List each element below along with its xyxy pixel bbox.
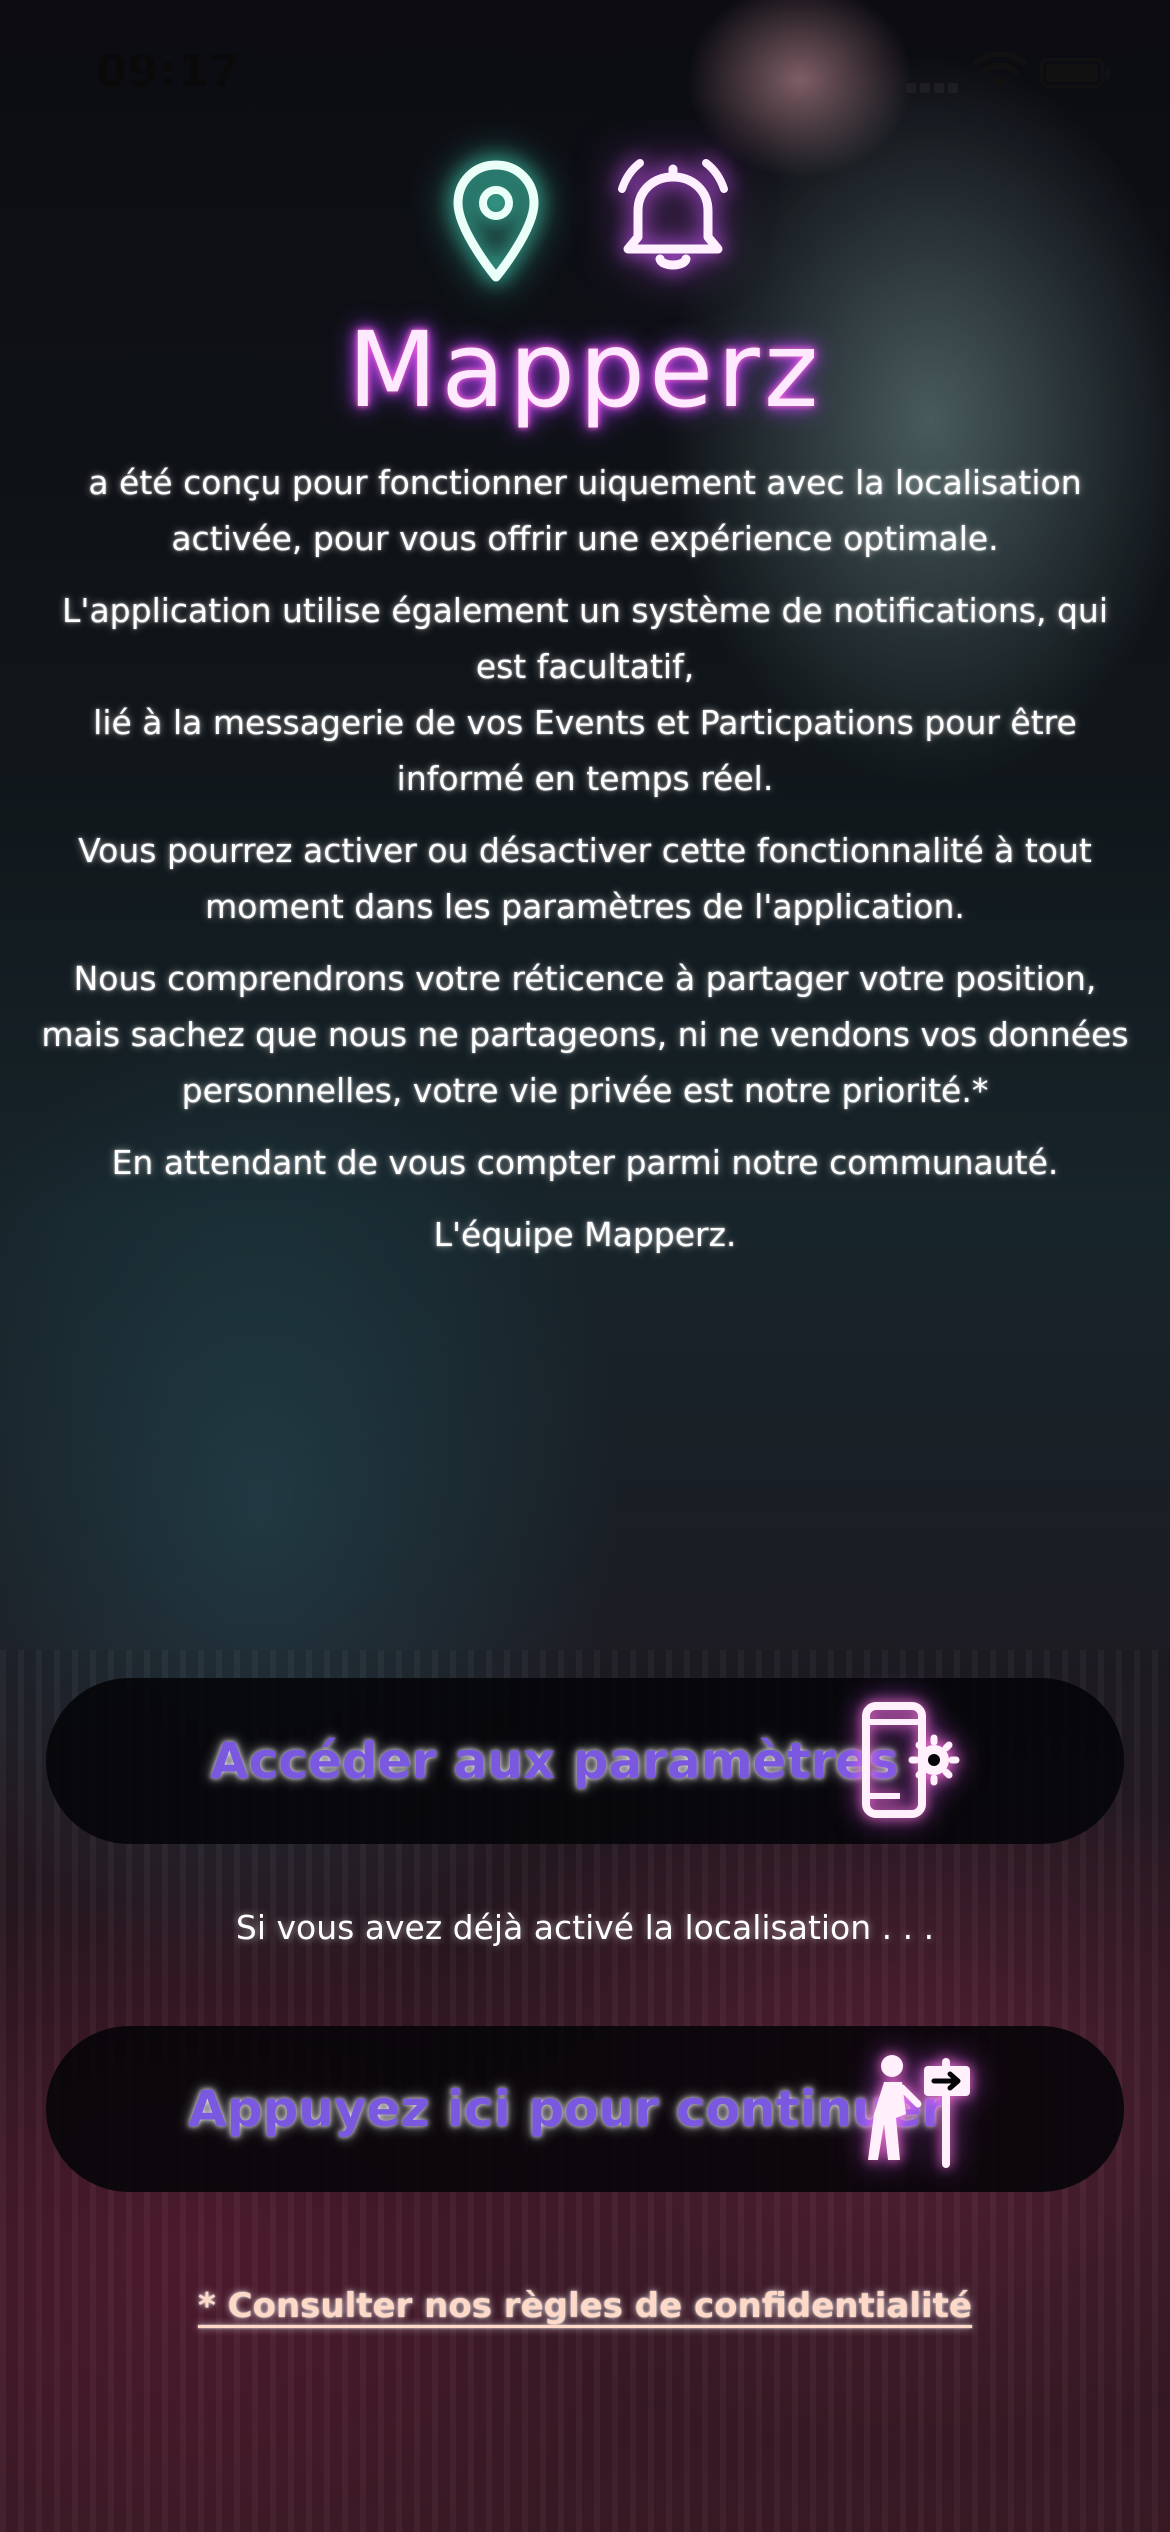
- intro-paragraph: L'application utilise également un systè…: [62, 591, 1108, 798]
- already-enabled-text: Si vous avez déjà activé la localisation…: [235, 1908, 935, 1947]
- app-logo: Mapperz: [347, 309, 823, 431]
- continue-label: Appuyez ici pour continuer: [188, 2080, 947, 2138]
- hiker-signpost-icon: [868, 2055, 970, 2168]
- notification-bell-icon: [618, 159, 728, 270]
- location-pin-icon: [453, 160, 539, 282]
- phone-settings-icon: [862, 1702, 960, 1818]
- intro-text: a été conçu pour fonctionner uiquement a…: [40, 455, 1130, 1279]
- intro-paragraph: Vous pourrez activer ou désactiver cette…: [78, 831, 1092, 926]
- continue-button[interactable]: Appuyez ici pour continuer: [46, 2026, 1124, 2192]
- open-settings-label: Accéder aux paramètres: [210, 1732, 899, 1790]
- privacy-policy-link[interactable]: * Consulter nos règles de confidentialit…: [0, 2286, 1170, 2326]
- open-settings-button[interactable]: Accéder aux paramètres: [46, 1678, 1124, 1844]
- signature: L'équipe Mapperz.: [433, 1215, 737, 1254]
- hero-icons: [0, 155, 1170, 295]
- intro-paragraph: Nous comprendrons votre réticence à part…: [41, 959, 1129, 1110]
- intro-paragraph: a été conçu pour fonctionner uiquement a…: [88, 463, 1082, 558]
- intro-paragraph: En attendant de vous compter parmi notre…: [111, 1143, 1059, 1182]
- wifi-icon: [973, 52, 1027, 90]
- status-bar: 09:17: [0, 0, 1170, 140]
- status-time: 09:17: [96, 46, 242, 97]
- battery-icon: [1040, 58, 1110, 88]
- signal-icon: [906, 78, 966, 93]
